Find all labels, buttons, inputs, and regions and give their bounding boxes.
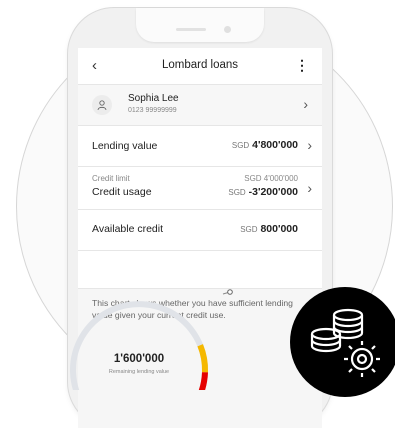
chevron-right-icon: › xyxy=(307,137,312,153)
remaining-lending-value: 1'600'000 xyxy=(113,353,165,365)
profile-row[interactable]: Sophia Lee 0123 99999999 › xyxy=(78,85,322,126)
credit-limit-value: SGD 4'000'000 xyxy=(244,174,298,183)
credit-usage-label: Credit usage xyxy=(92,186,152,198)
credit-usage-row[interactable]: Credit limit SGD 4'000'000 Credit usage … xyxy=(78,167,322,210)
gauge-needle-knob xyxy=(227,289,233,295)
available-credit-amount: SGD 800'000 xyxy=(240,223,298,235)
credit-limit-label: Credit limit xyxy=(92,174,130,183)
more-menu-button[interactable]: ⋮ xyxy=(295,57,309,74)
remaining-lending-caption: Remaining lending value xyxy=(108,369,170,375)
coins-gear-icon xyxy=(290,287,395,397)
page-title: Lombard loans xyxy=(161,59,239,71)
user-icon xyxy=(92,95,112,115)
lending-value-row[interactable]: Lending value SGD 4'800'000 › xyxy=(78,126,322,167)
available-credit-label: Available credit xyxy=(92,223,164,235)
top-bar: ‹ Lombard loans ⋮ xyxy=(78,48,322,85)
gauge-warning-segment xyxy=(197,344,209,373)
profile-name: Sophia Lee xyxy=(128,93,179,104)
gauge-track xyxy=(70,301,208,390)
lending-value-amount: SGD 4'800'000 xyxy=(231,139,298,151)
available-credit-row: Available credit SGD 800'000 xyxy=(78,210,322,251)
chevron-right-icon: › xyxy=(303,96,308,112)
phone-notch xyxy=(136,8,264,42)
profile-phone: 0123 99999999 xyxy=(128,107,177,114)
credit-usage-amount: SGD -3'200'000 xyxy=(228,186,298,198)
gauge-danger-segment xyxy=(198,372,208,390)
lending-value-label: Lending value xyxy=(92,140,158,152)
chevron-right-icon: › xyxy=(307,180,312,196)
